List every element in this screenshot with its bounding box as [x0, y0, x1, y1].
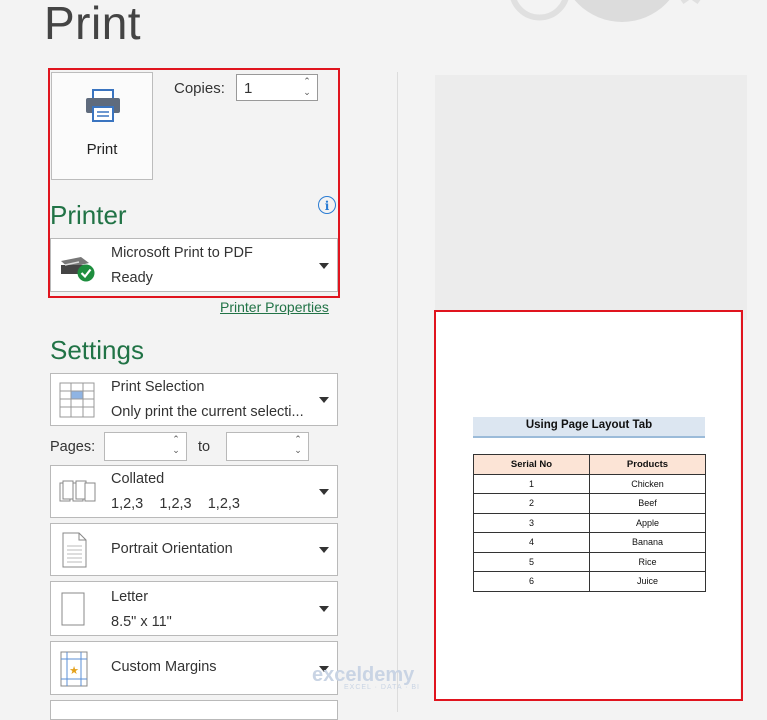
paper-size-subtitle: 8.5" x 11"	[111, 614, 172, 630]
chevron-down-icon	[319, 606, 329, 612]
watermark-tagline: EXCEL · DATA · BI	[344, 684, 420, 691]
preview-area	[435, 75, 747, 320]
background-decoration	[510, 0, 701, 22]
paper-size-title: Letter	[111, 589, 149, 605]
margins-title: Custom Margins	[111, 659, 217, 675]
margins-dropdown[interactable]: ★ Custom Margins	[50, 641, 338, 695]
print-what-dropdown[interactable]: Print Selection Only print the current s…	[50, 373, 338, 426]
custom-margins-icon: ★	[60, 651, 88, 687]
print-what-title: Print Selection	[111, 379, 205, 395]
orientation-title: Portrait Orientation	[111, 541, 233, 557]
pages-to-input[interactable]: ⌃ ⌄	[226, 432, 309, 461]
panel-divider	[397, 72, 398, 712]
pages-to-label: to	[198, 439, 211, 455]
pages-to-spinner[interactable]: ⌃ ⌄	[292, 434, 304, 456]
pages-label: Pages:	[50, 439, 96, 455]
chevron-down-icon	[319, 397, 329, 403]
scaling-dropdown[interactable]	[50, 700, 338, 720]
print-what-subtitle: Only print the current selecti...	[111, 404, 304, 420]
sheet-selection-icon	[59, 382, 95, 418]
paper-size-icon	[61, 592, 85, 626]
chevron-down-icon	[319, 547, 329, 553]
page-title: Print	[44, 0, 142, 49]
collation-title: Collated	[111, 471, 165, 487]
chevron-down-icon	[319, 489, 329, 495]
collated-pages-icon	[59, 480, 96, 502]
pages-from-spinner[interactable]: ⌃ ⌄	[170, 434, 182, 456]
paper-size-dropdown[interactable]: Letter 8.5" x 11"	[50, 581, 338, 636]
portrait-page-icon	[62, 532, 87, 568]
pages-from-input[interactable]: ⌃ ⌄	[104, 432, 187, 461]
orientation-dropdown[interactable]: Portrait Orientation	[50, 523, 338, 576]
settings-section-title: Settings	[50, 335, 144, 365]
highlight-box-preview	[434, 310, 743, 701]
highlight-box-printer	[48, 68, 340, 298]
svg-text:★: ★	[69, 665, 79, 677]
collation-subtitle: 1,2,3 1,2,3 1,2,3	[111, 496, 240, 512]
printer-properties-link[interactable]: Printer Properties	[220, 299, 329, 315]
collation-dropdown[interactable]: Collated 1,2,3 1,2,3 1,2,3	[50, 465, 338, 518]
